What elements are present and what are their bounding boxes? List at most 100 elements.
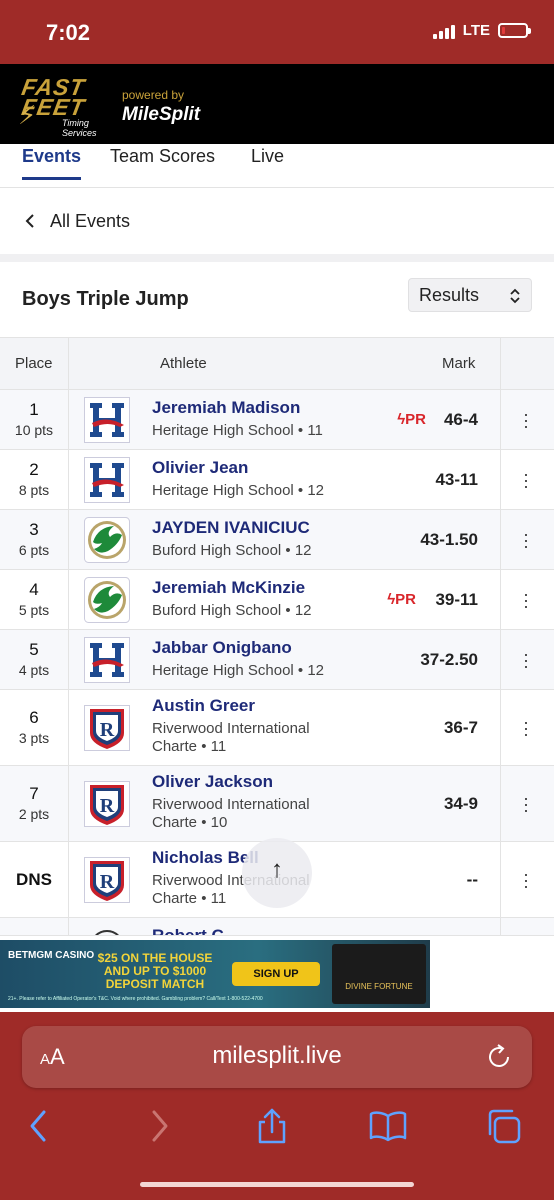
table-row[interactable]: 7 2 pts R Oliver Jackson Riverwood Internati… <box>0 766 554 842</box>
athlete-name[interactable]: JAYDEN IVANICIUC <box>152 518 382 538</box>
athlete-cell[interactable]: Jabbar Onigbano Heritage High School • 12 <box>152 638 382 680</box>
ad-brand: BETMGM CASINO <box>8 950 95 961</box>
all-events-link[interactable]: All Events <box>0 188 554 254</box>
school-logo <box>84 577 130 623</box>
table-row[interactable]: 4 5 pts Jeremiah McKinzie Buford High Schoo… <box>0 570 554 630</box>
athlete-cell[interactable]: Olivier Jean Heritage High School • 12 <box>152 458 382 500</box>
table-row[interactable]: 2 8 pts Olivier Jean Heritage High School •… <box>0 450 554 510</box>
more-options-icon[interactable]: · · · <box>518 585 534 615</box>
table-row[interactable]: 1 10 pts Jeremiah Madison Heritage High Sch… <box>0 390 554 450</box>
mark-value: 37-2.50 <box>420 650 478 669</box>
tab-team-scores[interactable]: Team Scores <box>110 146 215 177</box>
athlete-school: Riverwood International Charte • 10 <box>152 796 382 832</box>
athlete-school: Heritage High School • 12 <box>152 662 325 679</box>
network-label: LTE <box>462 22 490 39</box>
home-indicator <box>140 1182 414 1187</box>
url-text[interactable]: milesplit.live <box>22 1042 532 1070</box>
table-row[interactable]: 6 3 pts R Austin Greer Riverwood Internation… <box>0 690 554 766</box>
athlete-school: Heritage High School • 11 <box>152 422 323 439</box>
address-bar[interactable]: AA milesplit.live <box>22 1026 532 1088</box>
scroll-to-top-button[interactable]: ↑ <box>242 838 312 908</box>
place-value: 7 <box>29 784 39 803</box>
lightning-icon: ⚡ <box>18 100 37 130</box>
column-divider <box>68 766 69 841</box>
column-divider <box>68 570 69 629</box>
school-logo <box>84 397 130 443</box>
table-row[interactable]: 5 4 pts Jabbar Onigbano Heritage High Schoo… <box>0 630 554 690</box>
table-row[interactable]: 3 6 pts JAYDEN IVANICIUC Buford High School… <box>0 510 554 570</box>
school-logo <box>84 517 130 563</box>
more-options-icon[interactable]: · · · <box>518 713 534 743</box>
athlete-name[interactable]: Robert C <box>152 926 382 935</box>
ad-banner[interactable]: BETMGM CASINO $25 ON THE HOUSE AND UP TO… <box>0 936 554 1012</box>
event-title: Boys Triple Jump <box>22 288 189 310</box>
tab-live[interactable]: Live <box>251 146 284 177</box>
chevron-left-icon <box>25 214 34 228</box>
forward-icon[interactable] <box>140 1106 176 1146</box>
column-divider <box>68 510 69 569</box>
school-logo <box>84 457 130 503</box>
more-options-icon[interactable]: · · · <box>518 645 534 675</box>
more-options-icon[interactable]: · · · <box>518 525 534 555</box>
ad-creative[interactable]: BETMGM CASINO $25 ON THE HOUSE AND UP TO… <box>0 940 430 1008</box>
place-cell: 7 2 pts <box>0 784 68 822</box>
school-line1: Riverwood International <box>152 720 310 737</box>
milesplit-logo[interactable]: MileSplit <box>122 104 200 126</box>
back-icon[interactable] <box>22 1106 58 1146</box>
column-divider <box>68 450 69 509</box>
reload-icon[interactable] <box>484 1042 514 1072</box>
athlete-name[interactable]: Oliver Jackson <box>152 772 382 792</box>
more-options-icon[interactable]: · · · <box>518 465 534 495</box>
athlete-cell[interactable]: Oliver Jackson Riverwood International Cha… <box>152 772 382 832</box>
school-line1: Riverwood International <box>152 796 310 813</box>
athlete-cell[interactable]: Austin Greer Riverwood International Chart… <box>152 696 382 756</box>
place-cell: 2 8 pts <box>0 460 68 498</box>
place-value: 1 <box>29 400 39 419</box>
points-value: 3 pts <box>18 730 50 746</box>
more-options-icon[interactable]: · · · <box>518 789 534 819</box>
school-logo <box>84 924 130 935</box>
athlete-school: Riverwood International Charte • 11 <box>152 720 382 756</box>
logo-subtitle: Timing Services <box>62 118 97 138</box>
school-logo: R <box>84 857 130 903</box>
athlete-name[interactable]: Austin Greer <box>152 696 382 716</box>
results-select-value: Results <box>419 285 480 305</box>
column-divider <box>500 510 501 569</box>
column-divider <box>500 630 501 689</box>
header-place: Place <box>15 355 53 372</box>
more-options-icon[interactable]: · · · <box>518 865 534 895</box>
school-line2: Charte • 10 <box>152 814 228 831</box>
column-divider <box>500 918 501 935</box>
ad-signup-button[interactable]: SIGN UP <box>232 962 320 986</box>
browser-nav <box>0 1102 554 1152</box>
all-events-label: All Events <box>50 210 131 231</box>
athlete-cell[interactable]: JAYDEN IVANICIUC Buford High School • 12 <box>152 518 382 560</box>
share-icon[interactable] <box>254 1106 290 1146</box>
battery-icon <box>498 23 531 38</box>
results-select[interactable]: Results <box>408 278 532 312</box>
tabs-icon[interactable] <box>484 1106 524 1146</box>
mark-value: 43-11 <box>435 470 478 489</box>
table-row[interactable]: Robert C <box>0 918 554 936</box>
athlete-school: Heritage High School • 12 <box>152 482 325 499</box>
bookmarks-icon[interactable] <box>368 1106 408 1146</box>
athlete-name[interactable]: Jabbar Onigbano <box>152 638 382 658</box>
athlete-cell[interactable]: Robert C <box>152 926 382 935</box>
more-options-icon[interactable]: · · · <box>518 405 534 435</box>
powered-by-label: powered by <box>122 88 185 102</box>
athlete-cell[interactable]: Jeremiah McKinzie Buford High School • 12 <box>152 578 382 620</box>
ad-game-title: DIVINE FORTUNE <box>345 982 413 991</box>
bolt-icon: ϟ <box>387 591 396 608</box>
athlete-name[interactable]: Jeremiah McKinzie <box>152 578 382 598</box>
athlete-name[interactable]: Olivier Jean <box>152 458 382 478</box>
place-cell: 1 10 pts <box>0 400 68 438</box>
column-divider <box>500 690 501 765</box>
athlete-cell[interactable]: Jeremiah Madison Heritage High School • 1… <box>152 398 382 440</box>
table-header: Place Athlete Mark <box>0 338 554 390</box>
tab-events[interactable]: Events <box>22 146 82 180</box>
mark-value: 36-7 <box>443 718 478 737</box>
pr-label: PR <box>395 591 416 608</box>
athlete-name[interactable]: Jeremiah Madison <box>152 398 382 418</box>
fast-feet-logo[interactable]: FAST FEET ⚡ Timing Services <box>18 72 110 138</box>
column-divider <box>500 450 501 509</box>
